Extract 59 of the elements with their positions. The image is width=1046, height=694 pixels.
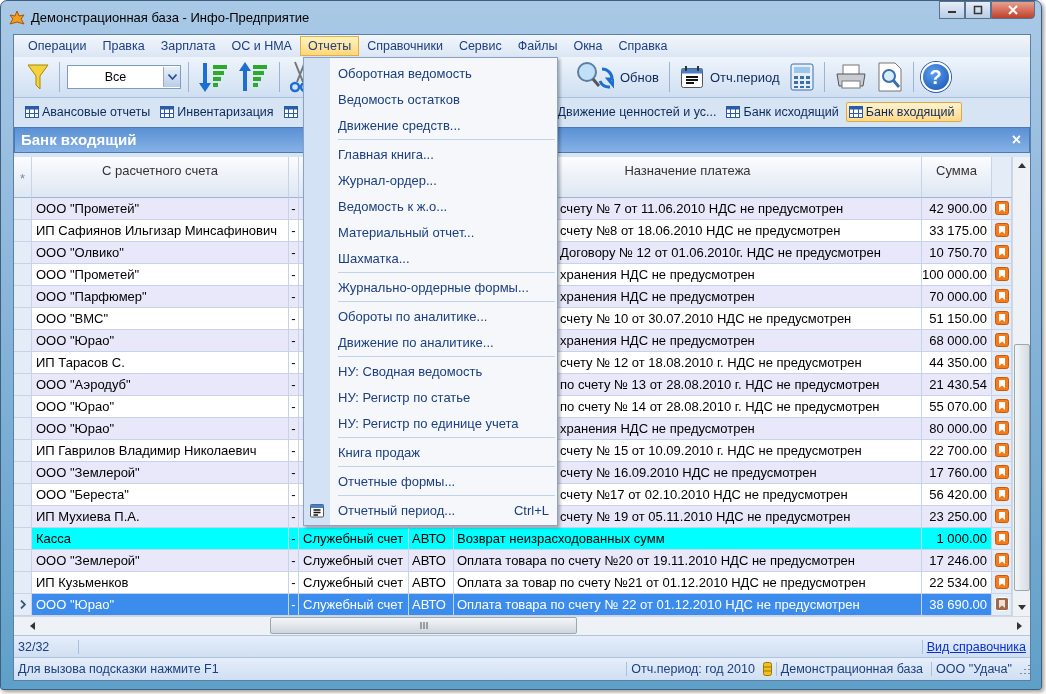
table-cell: - bbox=[289, 527, 299, 550]
table-cell: ООО "Юрао" bbox=[32, 593, 289, 616]
table-cell: АВТО bbox=[409, 527, 454, 550]
table-cell: - bbox=[289, 593, 299, 616]
table-cell: - bbox=[289, 329, 299, 352]
panel-title: Банк входящий bbox=[21, 131, 137, 149]
table-cell: ИП Тарасов С. bbox=[32, 351, 289, 374]
table-cell: Касса bbox=[32, 527, 289, 550]
table-cell: ИП Гаврилов Владимир Николаевич bbox=[32, 439, 289, 462]
table-cell: ООО "Береста" bbox=[32, 483, 289, 506]
table-cell: АВТО bbox=[409, 571, 454, 594]
table-cell: АВТО bbox=[409, 549, 454, 572]
table-cell: Возврат неизрасходованных сумм bbox=[454, 527, 922, 550]
table-cell: ООО "ВМС" bbox=[32, 307, 289, 330]
status-text: Отч.период: год 2010 bbox=[626, 662, 759, 676]
table-cell: ООО "Юрао" bbox=[32, 395, 289, 418]
table-cell: - bbox=[289, 571, 299, 594]
asterisk-header: * bbox=[14, 156, 32, 198]
table-cell: ООО "Парфюмер" bbox=[32, 285, 289, 308]
table-cell: Оплата товара по счету № 22 от 01.12.2010 НДС не предусмотрен bbox=[454, 593, 922, 616]
window-title: Демонстрационная база - Инфо-Предприятие bbox=[31, 10, 311, 25]
table-cell: ООО "Юрао" bbox=[32, 417, 289, 440]
column-header: С расчетного счета bbox=[32, 156, 289, 198]
table-cell: ООО "Землерой" bbox=[32, 549, 289, 572]
status-text: Демонстрационная база bbox=[775, 662, 928, 676]
table-cell: Служебный счет bbox=[299, 571, 409, 594]
table-cell: - bbox=[289, 505, 299, 528]
table-cell: ООО "Прометей" bbox=[32, 263, 289, 286]
table-cell: ООО "Аэродуб" bbox=[32, 373, 289, 396]
table-cell: - bbox=[289, 439, 299, 462]
table-cell: Служебный счет bbox=[299, 527, 409, 550]
table-cell: - bbox=[289, 549, 299, 572]
table-cell: - bbox=[289, 219, 299, 242]
table-cell: Служебный счет bbox=[299, 549, 409, 572]
table-cell: - bbox=[289, 417, 299, 440]
table-cell: - bbox=[289, 483, 299, 506]
status-text: Для вызова подсказки нажмите F1 bbox=[17, 662, 220, 676]
table-cell: Оплата за товар по счету №21 от 01.12.2010 НДС не предусмотрен bbox=[454, 571, 922, 594]
table-cell: - bbox=[289, 307, 299, 330]
table-cell: - bbox=[289, 241, 299, 264]
table-cell: - bbox=[289, 461, 299, 484]
table-cell: ООО "Землерой" bbox=[32, 461, 289, 484]
table-cell: - bbox=[289, 351, 299, 374]
table-cell: АВТО bbox=[409, 593, 454, 616]
table-cell: - bbox=[289, 395, 299, 418]
table-cell: ИП Кузьменков bbox=[32, 571, 289, 594]
table-cell: - bbox=[289, 285, 299, 308]
table-cell: - bbox=[289, 263, 299, 286]
table-cell: Оплата товара по счету №20 от 19.11.2010 НДС не предусмотрен bbox=[454, 549, 922, 572]
record-count: 32/32 bbox=[14, 639, 79, 654]
table-cell: Служебный счет bbox=[299, 593, 409, 616]
table-cell: ООО "Юрао" bbox=[32, 329, 289, 352]
table-cell: - bbox=[289, 197, 299, 220]
table-cell: ООО "Прометей" bbox=[32, 197, 289, 220]
table-cell: ИП Сафиянов Ильгизар Минсафинович bbox=[32, 219, 289, 242]
table-cell: ООО "Олвико" bbox=[32, 241, 289, 264]
table-cell: ИП Мухиева П.А. bbox=[32, 505, 289, 528]
status-text: ООО "Удача" bbox=[931, 662, 1016, 676]
table-cell: - bbox=[289, 373, 299, 396]
